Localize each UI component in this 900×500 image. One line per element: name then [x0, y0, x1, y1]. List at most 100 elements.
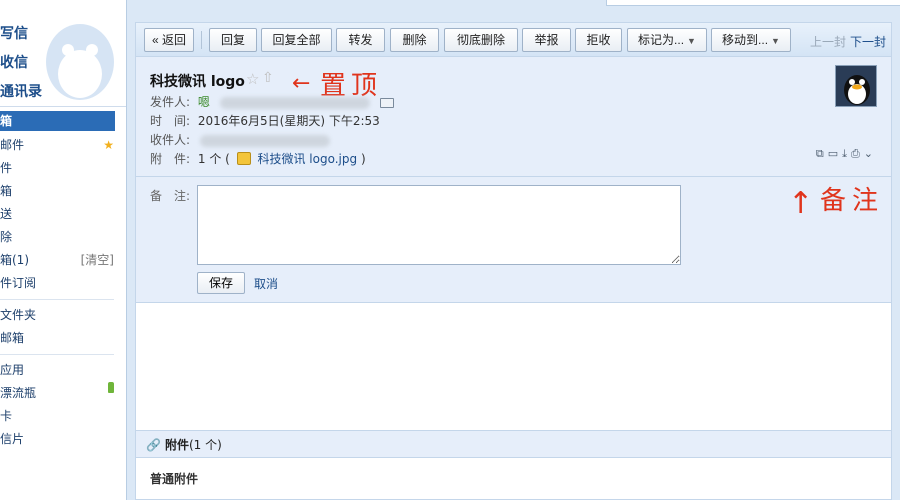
attachments-header: 🔗 附件(1 个) — [136, 430, 891, 458]
paperclip-icon: 🔗 — [146, 438, 161, 452]
app-label: 应用 — [0, 363, 25, 377]
attachments-count: (1 个) — [188, 438, 222, 452]
mail-toolbar: « 返回 回复 回复全部 转发 删除 彻底删除 举报 拒收 标记为... ▼ 移动… — [136, 23, 891, 57]
annotation-remark-label: 备注 — [820, 186, 885, 216]
star-icon[interactable]: ☆ — [246, 70, 259, 88]
app-item[interactable]: 漂流瓶 — [0, 382, 126, 405]
attachment-close: ) — [360, 152, 366, 166]
folder-label: 送 — [0, 207, 13, 221]
chevron-down-icon: ▼ — [771, 36, 780, 46]
folder-item[interactable]: 除 — [0, 226, 126, 249]
folder-item[interactable]: 邮箱 — [0, 327, 126, 350]
remark-panel: 备 注: 保存 取消 — [136, 177, 891, 303]
folder-label: 除 — [0, 230, 13, 244]
save-remark-button[interactable]: 保存 — [197, 272, 245, 294]
chevron-down-icon: ▼ — [687, 36, 696, 46]
move-to-label: 移动到... — [722, 33, 769, 47]
delete-button[interactable]: 删除 — [390, 28, 439, 52]
pin-top-icon[interactable]: ⇧ — [262, 70, 274, 86]
clear-folder-link[interactable]: [清空] — [81, 249, 114, 272]
note-icon[interactable]: ▭ — [828, 147, 842, 160]
mail-action-icons: ⧉▭⤓⎙⌄ — [816, 147, 877, 161]
folder-label: 邮箱 — [0, 331, 25, 345]
sender-label: 发件人: — [150, 95, 191, 109]
star-icon: ★ — [103, 138, 114, 152]
open-new-window-icon[interactable]: ⧉ — [816, 147, 828, 160]
attachment-link[interactable]: 科技微讯 logo.jpg — [257, 152, 357, 166]
avatar[interactable] — [835, 65, 877, 107]
redacted-recipient — [199, 134, 330, 147]
folder-item[interactable]: 箱 — [0, 180, 126, 203]
mark-as-label: 标记为... — [638, 33, 685, 47]
back-button[interactable]: « 返回 — [144, 28, 194, 52]
folder-item[interactable]: 件订阅 — [0, 272, 126, 295]
mail-header: 科技微讯 logo ☆ ⇧ ← 置顶 发件人: 嗯 时 间: 2016年6月5日… — [136, 57, 891, 177]
toolbar-divider — [201, 31, 202, 49]
redacted-sender — [219, 96, 370, 109]
app-item[interactable]: 应用 — [0, 359, 126, 382]
prev-mail-link[interactable]: 上一封 — [810, 33, 846, 50]
folder-label: 件 — [0, 161, 13, 175]
annotation-arrow-up: ↑ — [788, 186, 814, 221]
mail-subject: 科技微讯 logo — [150, 74, 245, 90]
folder-item[interactable]: 件 — [0, 157, 126, 180]
reject-sender-button[interactable]: 拒收 — [575, 28, 622, 52]
sidebar: 写信 收信 通讯录 箱邮件 ★ 件箱送除箱(1) [清空] 件订阅 文件夹 邮箱 应用 漂流… — [0, 0, 127, 500]
app-label: 卡 — [0, 409, 13, 423]
remark-label: 备 注: — [150, 189, 191, 203]
attachments-section: 🔗 附件(1 个) 普通附件 — [136, 430, 891, 500]
qq-watermark-icon — [46, 24, 114, 100]
recipient-row: 收件人: — [150, 131, 330, 149]
chevron-down-icon[interactable]: ⌄ — [864, 147, 877, 160]
delete-permanently-button[interactable]: 彻底删除 — [444, 28, 518, 52]
app-item[interactable]: 信片 — [0, 428, 126, 451]
time-row: 时 间: 2016年6月5日(星期天) 下午2:53 — [150, 112, 380, 130]
forward-button[interactable]: 转发 — [336, 28, 385, 52]
folder-list-2: 文件夹 邮箱 — [0, 304, 126, 350]
app-item[interactable]: 卡 — [0, 405, 126, 428]
folder-label: 邮件 — [0, 138, 25, 152]
folder-label: 箱 — [0, 184, 13, 198]
contact-card-icon[interactable] — [379, 97, 394, 108]
print-icon[interactable]: ⎙ — [851, 147, 864, 160]
sender-name[interactable]: 嗯 — [198, 95, 210, 109]
folder-list: 箱邮件 ★ 件箱送除箱(1) [清空] 件订阅 — [0, 111, 126, 295]
reply-button[interactable]: 回复 — [209, 28, 257, 52]
folder-item[interactable]: 文件夹 — [0, 304, 126, 327]
attachments-title: 附件 — [164, 438, 189, 452]
folder-label: 文件夹 — [0, 308, 37, 322]
folder-item[interactable]: 送 — [0, 203, 126, 226]
recipient-label: 收件人: — [150, 133, 191, 147]
divider — [0, 354, 114, 355]
folder-item[interactable]: 邮件 ★ — [0, 134, 126, 157]
bottle-icon — [108, 382, 114, 393]
folder-label: 件订阅 — [0, 276, 37, 290]
search-strip — [606, 0, 900, 6]
mail-body — [136, 303, 891, 431]
app-list: 应用 漂流瓶卡信片 — [0, 359, 126, 451]
folder-label: 箱(1) — [0, 253, 29, 267]
app-label: 漂流瓶 — [0, 386, 37, 400]
attachments-subheader: 普通附件 — [150, 472, 199, 486]
mark-as-dropdown[interactable]: 标记为... ▼ — [627, 28, 707, 52]
attachment-row: 附 件: 1 个 ( 科技微讯 logo.jpg ) — [150, 150, 366, 168]
time-value: 2016年6月5日(星期天) 下午2:53 — [197, 114, 380, 128]
next-mail-link[interactable]: 下一封 — [850, 33, 886, 50]
folder-item[interactable]: 箱(1) [清空] — [0, 249, 126, 272]
folder-label: 箱 — [0, 114, 13, 128]
mail-reader: « 返回 回复 回复全部 转发 删除 彻底删除 举报 拒收 标记为... ▼ 移动… — [135, 22, 892, 500]
reply-all-button[interactable]: 回复全部 — [261, 28, 332, 52]
attachment-count: 1 个 ( — [197, 152, 230, 166]
cancel-remark-link[interactable]: 取消 — [254, 275, 278, 292]
app-label: 信片 — [0, 432, 25, 446]
divider — [0, 299, 114, 300]
download-icon[interactable]: ⤓ — [842, 147, 851, 160]
folder-item[interactable]: 箱 — [0, 111, 115, 131]
attachment-label: 附 件: — [150, 152, 191, 166]
time-label: 时 间: — [150, 114, 191, 128]
report-spam-button[interactable]: 举报 — [522, 28, 571, 52]
remark-textarea[interactable] — [197, 185, 681, 265]
qq-penguin-icon — [844, 75, 870, 105]
move-to-dropdown[interactable]: 移动到... ▼ — [711, 28, 791, 52]
image-file-icon — [236, 152, 251, 165]
